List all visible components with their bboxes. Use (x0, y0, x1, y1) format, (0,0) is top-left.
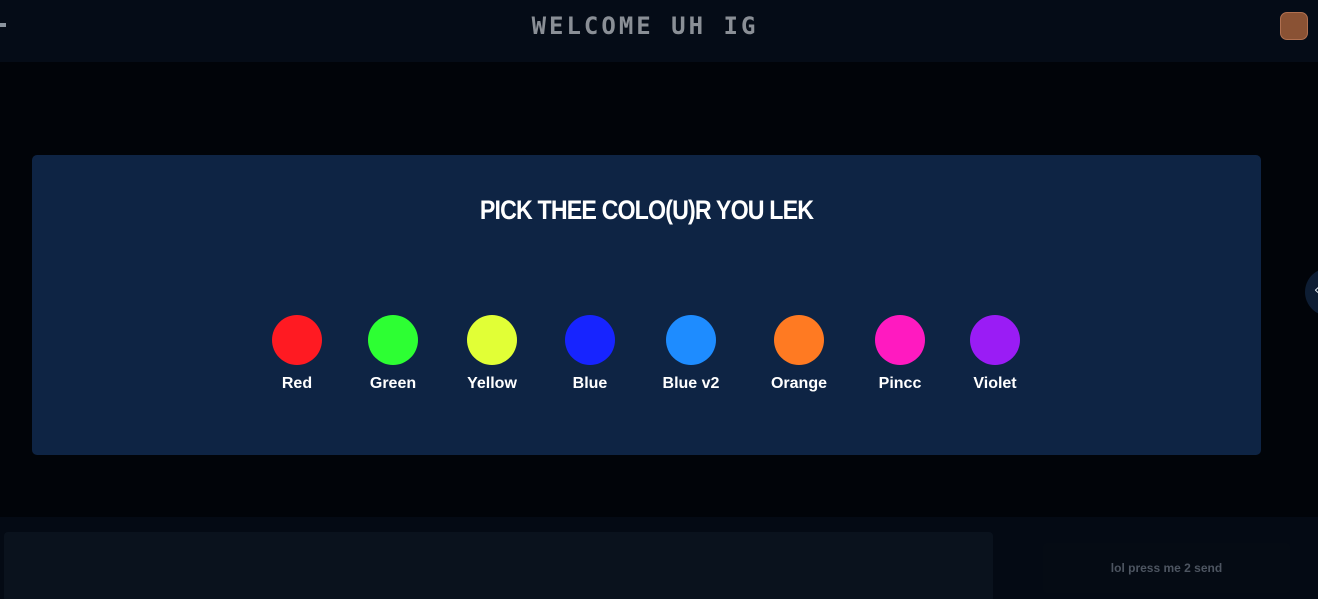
send-button[interactable]: lol press me 2 send (1043, 543, 1290, 593)
composer-bar: lol press me 2 send (0, 517, 1318, 599)
color-picker-modal: PICK THEE COLO(U)R YOU LEK Red Green Yel… (32, 155, 1261, 455)
color-option-green[interactable]: Green (348, 315, 438, 393)
message-input[interactable] (4, 532, 993, 599)
color-option-violet[interactable]: Violet (950, 315, 1040, 393)
page-title: WELCOME UH IG (531, 12, 759, 40)
color-option-blue-v2[interactable]: Blue v2 (646, 315, 736, 393)
side-panel-toggle[interactable]: ‹ (1305, 268, 1318, 316)
color-swatch[interactable] (565, 315, 615, 365)
color-option-yellow[interactable]: Yellow (447, 315, 537, 393)
color-picker-title: PICK THEE COLO(U)R YOU LEK (479, 195, 814, 225)
color-swatch[interactable] (970, 315, 1020, 365)
color-option-red[interactable]: Red (252, 315, 342, 393)
top-bar: WELCOME UH IG (0, 0, 1318, 62)
color-option-label: Violet (973, 375, 1017, 392)
color-option-orange[interactable]: Orange (754, 315, 844, 393)
color-swatch[interactable] (467, 315, 517, 365)
color-option-label: Orange (770, 375, 827, 392)
color-option-blue[interactable]: Blue (545, 315, 635, 393)
color-option-label: Blue (572, 375, 608, 392)
avatar[interactable] (1280, 12, 1308, 40)
page: WELCOME UH IG ‹ PICK THEE COLO(U)R YOU L… (0, 0, 1318, 599)
color-option-label: Red (281, 375, 313, 392)
color-swatch[interactable] (368, 315, 418, 365)
color-swatch[interactable] (272, 315, 322, 365)
color-option-label: Green (369, 375, 417, 392)
color-option-pincc[interactable]: Pincc (855, 315, 945, 393)
color-swatch[interactable] (774, 315, 824, 365)
color-swatch[interactable] (666, 315, 716, 365)
color-swatch[interactable] (875, 315, 925, 365)
color-option-label: Pincc (878, 375, 922, 392)
color-option-label: Blue v2 (662, 375, 720, 392)
chevron-left-icon: ‹ (1314, 283, 1318, 299)
color-option-label: Yellow (467, 375, 517, 392)
